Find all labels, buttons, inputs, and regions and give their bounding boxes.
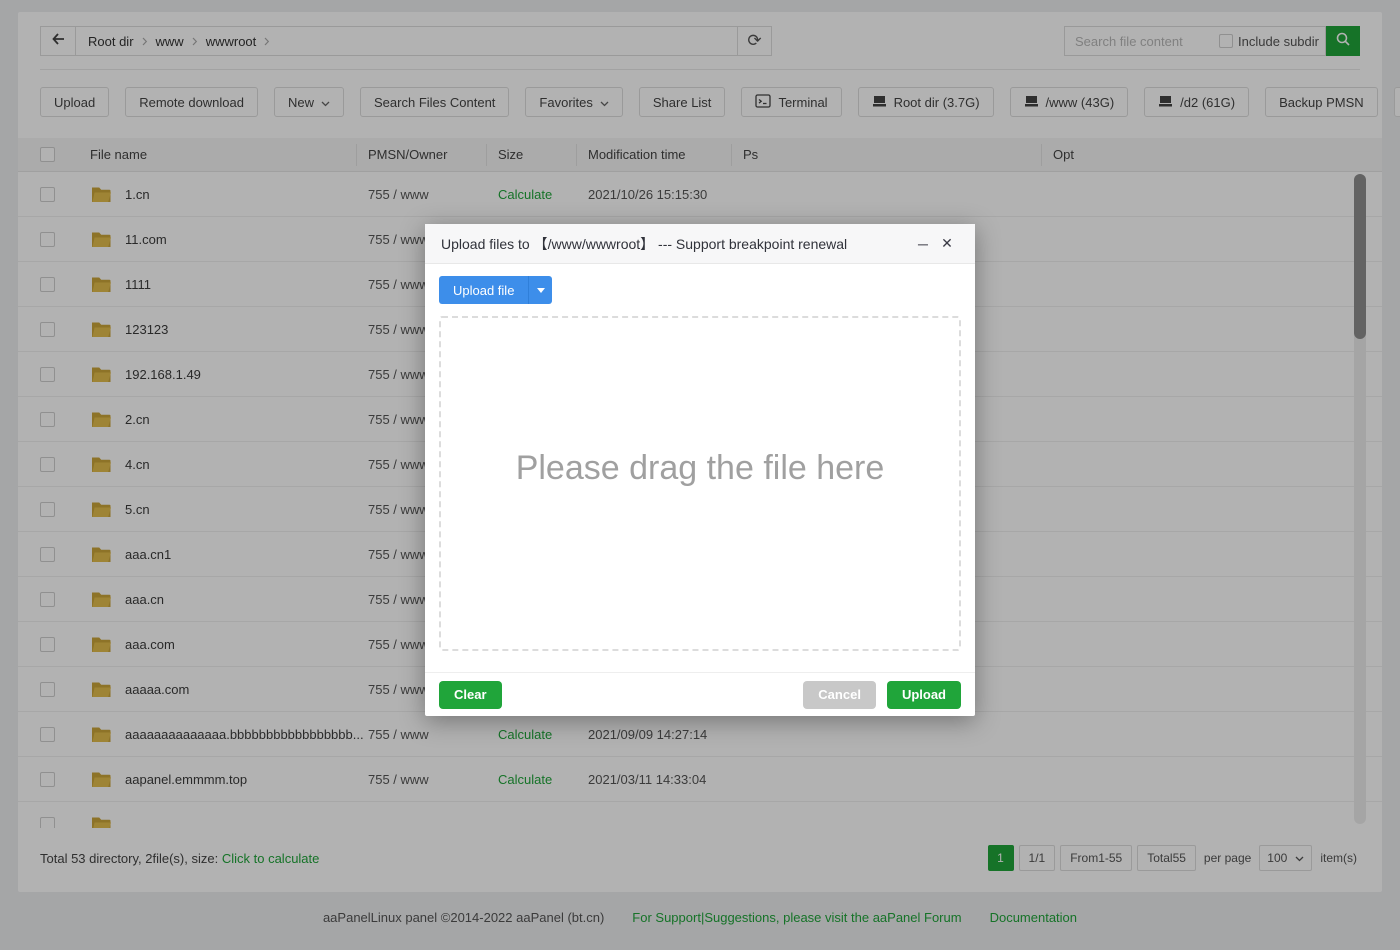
minimize-button[interactable]: ─ (911, 232, 935, 256)
close-icon: ✕ (941, 235, 953, 252)
dialog-titlebar: Upload files to 【/www/wwwroot】 --- Suppo… (425, 224, 975, 264)
upload-file-split-button: Upload file (439, 276, 552, 304)
caret-down-icon (537, 288, 545, 293)
dialog-title: Upload files to 【/www/wwwroot】 --- Suppo… (441, 234, 911, 254)
upload-submit-button[interactable]: Upload (887, 681, 961, 709)
upload-file-caret-button[interactable] (528, 276, 552, 304)
minimize-icon: ─ (918, 236, 928, 252)
dialog-body: Upload file Please drag the file here (425, 264, 975, 651)
dialog-footer: Clear Cancel Upload (425, 672, 975, 716)
clear-button[interactable]: Clear (439, 681, 502, 709)
upload-file-button[interactable]: Upload file (439, 276, 528, 304)
close-button[interactable]: ✕ (935, 232, 959, 256)
cancel-button[interactable]: Cancel (803, 681, 876, 709)
dropzone-hint: Please drag the file here (516, 449, 885, 488)
upload-dialog: Upload files to 【/www/wwwroot】 --- Suppo… (425, 224, 975, 716)
file-dropzone[interactable]: Please drag the file here (439, 316, 961, 651)
